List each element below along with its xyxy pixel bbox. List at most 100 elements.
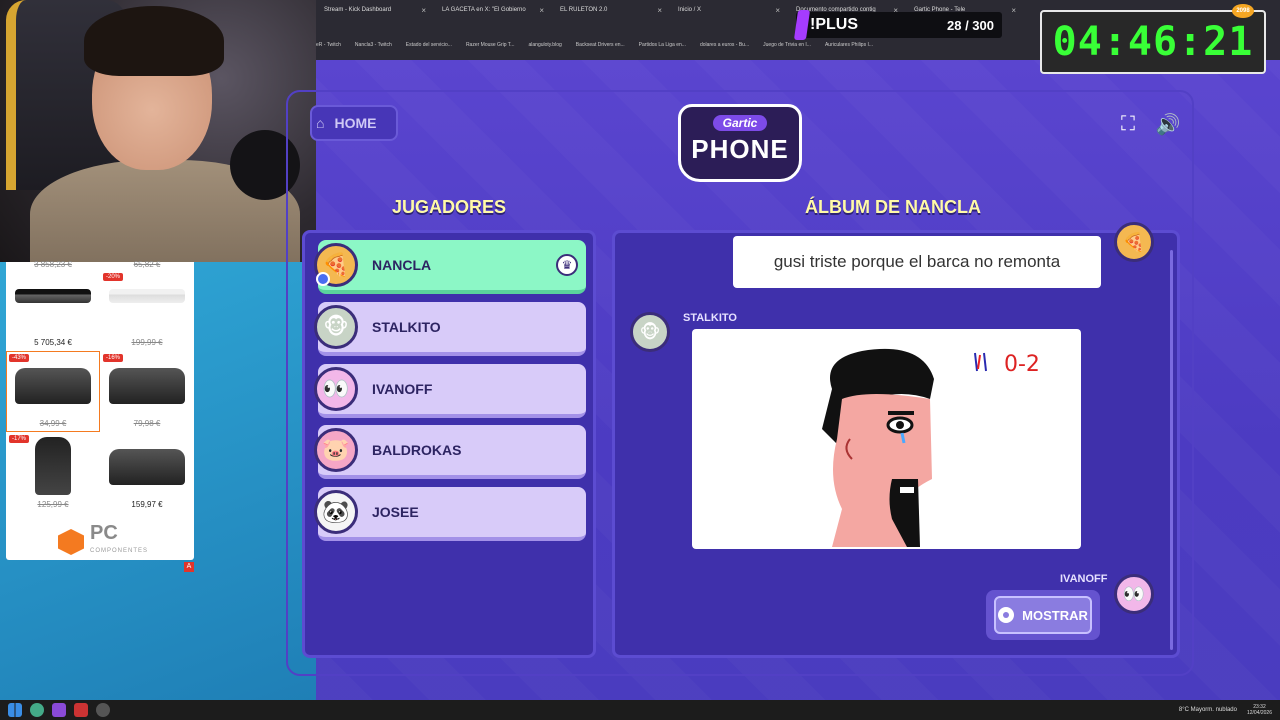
logo-text: PC COMPONENTES [90,522,149,554]
prompt-text: gusi triste porque el barca no remonta [773,252,1061,271]
bookmark[interactable]: dolares a euros - Bu... [700,42,749,48]
close-icon[interactable]: × [1011,6,1016,15]
discount-badge: -16% [103,354,124,362]
bookmark[interactable]: Backseat Drivers en... [576,42,625,48]
player-row-ivanoff[interactable]: 👀 IVANOFF [314,364,586,418]
close-icon[interactable]: × [421,6,426,15]
drawing-author-avatar: 🐵 [630,312,670,352]
prompt-bubble: gusi triste porque el barca no remonta [733,236,1101,288]
stream-timer: 04:46:21 [1040,10,1266,74]
discount-badge: -17% [9,435,30,443]
bookmark[interactable]: Razer Mouse Grip T... [466,42,515,48]
drawing-author: STALKITO [683,312,737,324]
chrome-icon[interactable] [30,703,44,717]
ad-marker: A [184,562,194,572]
product-image [109,289,185,303]
shop-item[interactable]: 3 858,23 € [6,260,100,270]
webcam-feed [0,0,316,262]
drawing-canvas: 0-2 [822,348,1040,547]
players-title: JUGADORES [392,197,507,217]
volume-icon[interactable]: 🔊 [1156,112,1181,136]
player-avatar: 🐵 [314,305,358,349]
shop-item[interactable]: 65,82 € [100,260,194,270]
show-button[interactable]: MOSTRAR [994,596,1092,634]
plus-counter: !PLUS 28 / 300 [796,12,1002,38]
plus-label: !PLUS [796,16,858,34]
show-label: MOSTRAR [1022,607,1088,623]
shop-price: 199,99 € [131,338,163,347]
player-avatar: 🐼 [314,490,358,534]
online-indicator [316,272,330,286]
browser-tab[interactable]: Stream - Kick Dashboard × [316,6,434,15]
player-row-stalkito[interactable]: 🐵 STALKITO [314,302,586,356]
shop-item[interactable]: -16% 79,98 € [100,351,194,432]
album-title: ÁLBUM DE NANCLA [805,197,981,217]
shop-price: 34,99 € [39,419,67,428]
settings-icon[interactable] [96,703,110,717]
clock[interactable]: 23:32 12/04/2026 [1247,704,1272,716]
bookmark[interactable]: Estado del servicio... [406,42,452,48]
product-image [35,437,71,495]
shop-item[interactable]: -43% 34,99 € [6,351,100,432]
twitch-icon[interactable] [52,703,66,717]
bookmarks-bar: eR - Twitch Nancla3 - Twitch Estado del … [316,42,873,48]
close-icon[interactable]: × [775,6,780,15]
timer-badge: 2098 [1232,4,1254,18]
close-icon[interactable]: × [539,6,544,15]
player-name: STALKITO [372,319,441,335]
shop-item[interactable]: 5 705,34 € [6,270,100,351]
shop-ad-panel: 3 858,23 € 65,82 € 5 705,34 € -20% 199,9… [6,260,194,560]
next-author-avatar: 👀 [1114,574,1154,614]
logo-bottom: PHONE [691,134,789,164]
shop-item[interactable]: -20% 199,99 € [100,270,194,351]
player-name: NANCLA [372,257,432,273]
shop-price: 65,82 € [133,260,161,269]
bookmark[interactable]: Nancla3 - Twitch [355,42,392,48]
player-row-nancla[interactable]: 🍕 NANCLA ♛ [314,240,586,294]
browser-tab[interactable]: Inicio / X × [670,6,788,15]
shop-item[interactable]: -17% 125,99 € [6,432,100,513]
shop-item[interactable]: 159,97 € [100,432,194,513]
bookmark[interactable]: alanguloty.blog [528,42,561,48]
shop-price: 5 705,34 € [34,338,72,347]
close-icon[interactable]: × [657,6,662,15]
product-image [109,449,185,485]
logo-top: Gartic [712,115,768,131]
browser-tab[interactable]: EL RULETON 2.0 × [552,6,670,15]
streamer-hair [84,6,224,76]
player-avatar: 🐷 [314,428,358,472]
weather-text[interactable]: 8°C Mayorm. nublado [1179,707,1237,713]
plus-count: 28 / 300 [947,17,994,33]
pccomponentes-logo[interactable]: PC COMPONENTES [58,522,149,560]
shop-price: 79,98 € [133,419,161,428]
pc-logo-icon [58,529,84,555]
fullscreen-icon[interactable]: ⛶ [1116,112,1140,136]
discount-badge: -20% [103,273,124,281]
bookmark[interactable]: Auriculares Philips I... [825,42,873,48]
player-name: IVANOFF [372,381,433,397]
taskbar: 8°C Mayorm. nublado 23:32 12/04/2026 [0,700,1280,720]
browser-tab[interactable]: LA GACETA en X: "El Gobierno × [434,6,552,15]
album-scrollbar[interactable] [1170,250,1173,650]
shop-price: 125,99 € [37,500,69,509]
player-name: JOSEE [372,504,419,520]
shop-price: 3 858,23 € [34,260,72,269]
player-row-josee[interactable]: 🐼 JOSEE [314,487,586,541]
player-avatar: 👀 [314,367,358,411]
show-button-wrap: MOSTRAR [986,590,1100,640]
drawing-card: 0-2 [692,329,1081,549]
game-controls: ⛶ 🔊 [1116,112,1180,136]
next-author: IVANOFF [1060,573,1108,585]
player-row-baldrokas[interactable]: 🐷 BALDROKAS [314,425,586,479]
app-icon[interactable] [74,703,88,717]
eye-icon [998,607,1015,623]
discount-badge: -43% [9,354,30,362]
home-icon: ⌂ [316,115,325,131]
bookmark[interactable]: eR - Twitch [316,42,341,48]
bookmark[interactable]: Partidos La Liga en... [639,42,686,48]
prompt-author-avatar: 🍕 [1114,222,1154,262]
home-button[interactable]: ⌂ HOME [310,105,398,141]
bookmark[interactable]: Juego de Trivia en I... [763,42,811,48]
gartic-phone-logo: Gartic PHONE [678,104,802,182]
windows-start-icon[interactable] [8,703,22,717]
